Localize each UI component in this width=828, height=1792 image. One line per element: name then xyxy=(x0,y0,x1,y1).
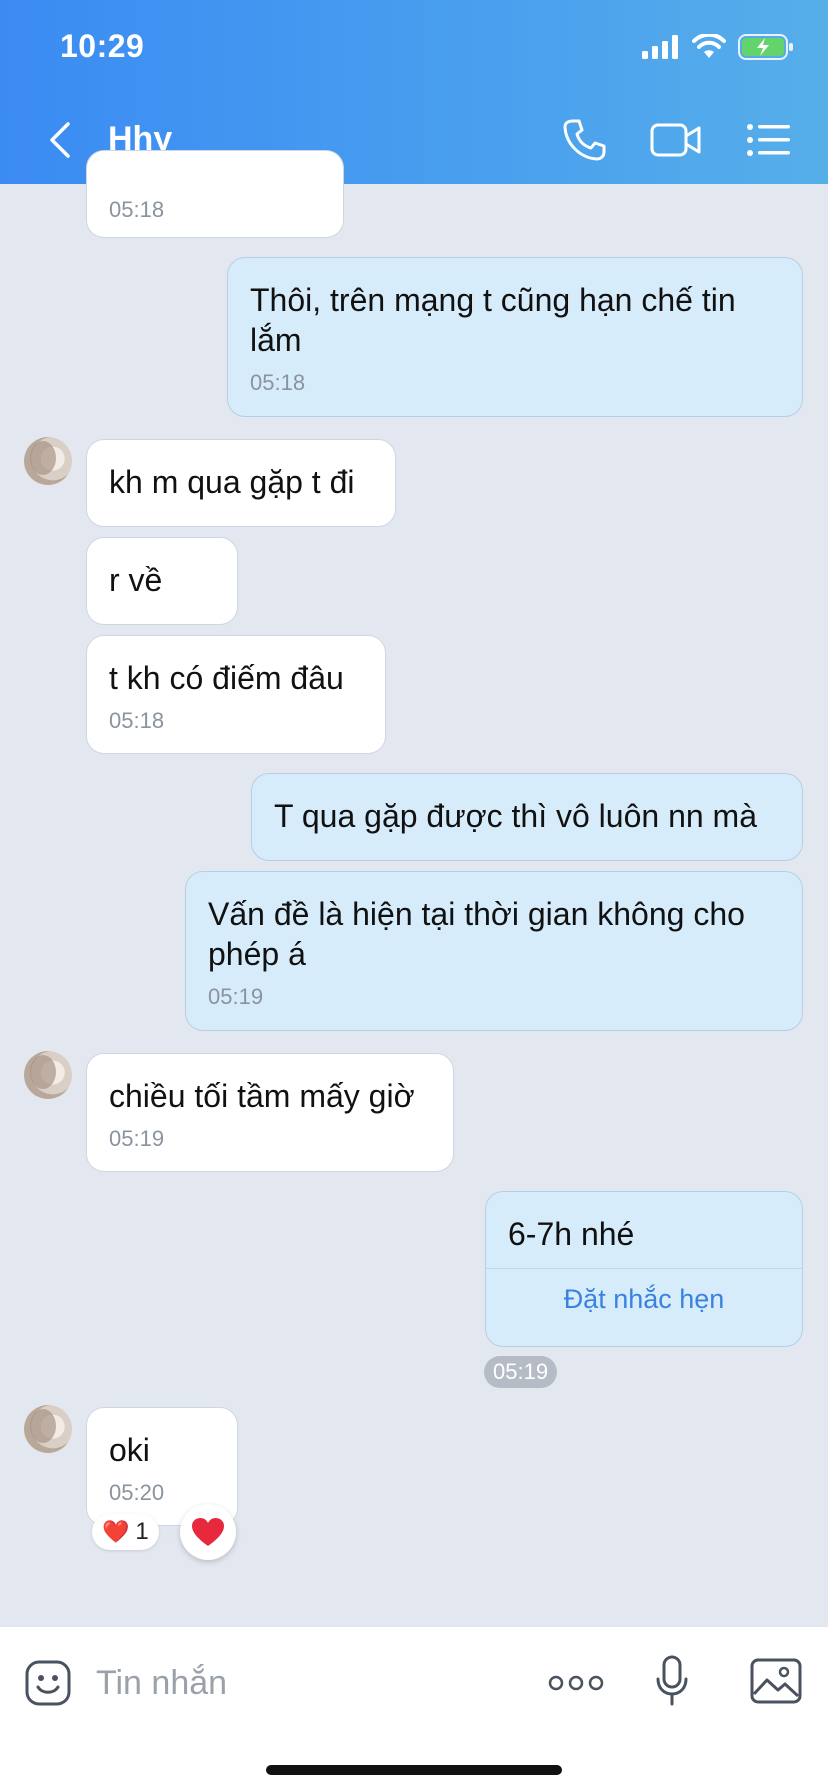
message-bubble-them[interactable]: r về xyxy=(86,537,238,625)
message-bubble-them[interactable]: kh m qua gặp t đi xyxy=(86,439,396,527)
message-text: Thôi, trên mạng t cũng hạn chế tin lắm xyxy=(250,282,736,358)
heart-icon xyxy=(192,1518,224,1546)
message-text: kh m qua gặp t đi xyxy=(109,464,355,500)
reaction-count: 1 xyxy=(135,1518,149,1545)
more-button[interactable] xyxy=(546,1667,606,1699)
home-indicator xyxy=(266,1765,562,1775)
message-time: 05:19 xyxy=(109,1126,165,1151)
menu-button[interactable] xyxy=(740,116,796,164)
image-icon xyxy=(750,1658,802,1704)
sticker-button[interactable] xyxy=(22,1657,74,1709)
wifi-icon xyxy=(692,34,726,58)
video-call-button[interactable] xyxy=(648,116,704,164)
heart-reaction-icon: ❤️ xyxy=(102,1519,130,1544)
sticker-icon xyxy=(25,1660,71,1706)
contact-avatar[interactable] xyxy=(24,1405,72,1453)
message-bubble-me[interactable]: Vấn đề là hiện tại thời gian không cho p… xyxy=(185,871,803,1031)
status-time: 10:29 xyxy=(60,28,145,64)
back-button[interactable] xyxy=(40,118,80,162)
message-text: T qua gặp được thì vô luôn nn mà xyxy=(274,798,757,834)
message-text: 6-7h nhé xyxy=(508,1216,635,1252)
microphone-icon xyxy=(656,1655,688,1706)
status-icons xyxy=(642,34,794,60)
message-bubble-them[interactable]: 05:18 xyxy=(86,150,344,238)
contact-avatar[interactable] xyxy=(24,437,72,485)
reaction-summary[interactable]: ❤️ 1 xyxy=(92,1514,159,1550)
call-button[interactable] xyxy=(556,116,612,164)
message-time: 05:18 xyxy=(109,197,165,222)
message-time: 05:19 xyxy=(208,984,264,1009)
video-camera-icon xyxy=(650,123,701,157)
signal-icon xyxy=(642,35,678,59)
message-bubble-me[interactable]: 6-7h nhé Đặt nhắc hẹn xyxy=(485,1191,803,1347)
phone-icon xyxy=(563,119,606,161)
voice-button[interactable] xyxy=(652,1651,692,1711)
message-text: oki xyxy=(109,1432,150,1468)
message-bubble-them[interactable]: t kh có điếm đâu 05:18 xyxy=(86,635,386,754)
list-menu-icon xyxy=(747,124,790,156)
message-bubble-me[interactable]: Thôi, trên mạng t cũng hạn chế tin lắm 0… xyxy=(227,257,803,417)
message-time-pill: 05:19 xyxy=(484,1356,558,1388)
message-text: chiều tối tầm mấy giờ xyxy=(109,1078,415,1114)
message-bubble-them[interactable]: chiều tối tầm mấy giờ 05:19 xyxy=(86,1053,454,1172)
message-input[interactable] xyxy=(96,1655,516,1711)
message-text: t kh có điếm đâu xyxy=(109,660,344,696)
react-button[interactable] xyxy=(180,1504,236,1560)
message-time: 05:20 xyxy=(109,1480,165,1505)
more-dots-icon xyxy=(548,1675,604,1691)
message-time: 05:18 xyxy=(109,708,165,733)
message-text: r về xyxy=(109,562,163,598)
battery-charging-icon xyxy=(738,34,793,60)
set-reminder-button[interactable]: Đặt nhắc hẹn xyxy=(486,1268,802,1330)
contact-avatar[interactable] xyxy=(24,1051,72,1099)
message-bubble-me[interactable]: T qua gặp được thì vô luôn nn mà xyxy=(251,773,803,861)
image-button[interactable] xyxy=(748,1655,804,1707)
message-text: Vấn đề là hiện tại thời gian không cho p… xyxy=(208,896,745,972)
message-time: 05:18 xyxy=(250,370,306,395)
chevron-left-icon xyxy=(50,122,70,158)
